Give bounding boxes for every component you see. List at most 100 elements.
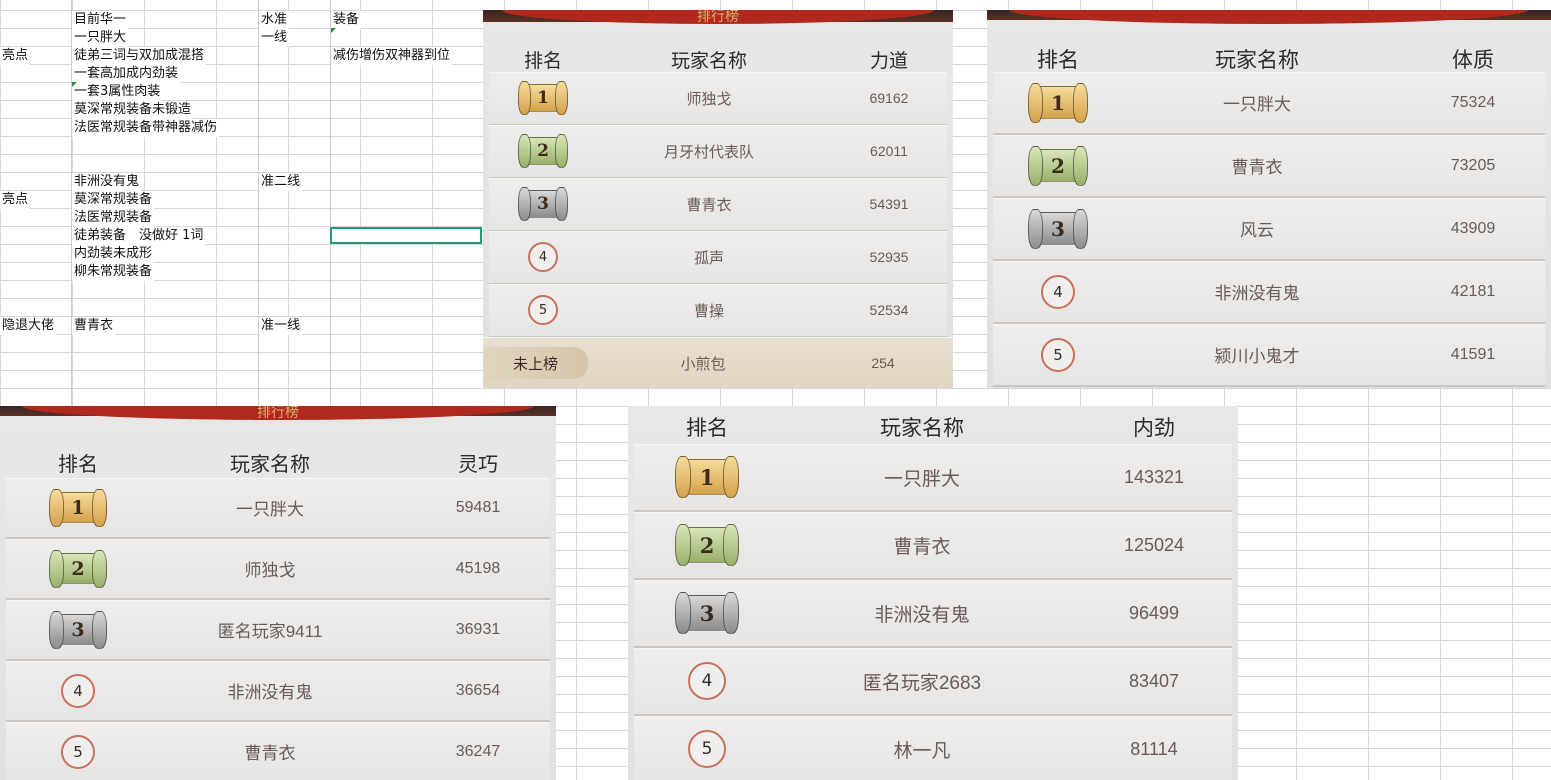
rank-1-scroll-icon: 1 (1028, 82, 1088, 123)
sheet-cell[interactable]: 隐退大佬 (0, 317, 57, 335)
stat-value: 36247 (455, 742, 501, 760)
rank-row[interactable]: 4 非洲没有鬼 42181 (993, 261, 1545, 324)
unranked-badge: 未上榜 (483, 347, 588, 379)
header-name: 玩家名称 (880, 417, 964, 440)
rank-3-scroll-icon: 3 (518, 187, 568, 221)
rank-number: 2 (71, 557, 85, 580)
header-rank: 排名 (686, 417, 728, 440)
player-name: 师独戈 (244, 561, 296, 580)
rank-row[interactable]: 1 师独戈 69162 (489, 72, 947, 126)
header-rank: 排名 (523, 51, 562, 72)
rank-row[interactable]: 4 孤声 52935 (489, 231, 947, 285)
sheet-cell[interactable]: 法医常规装备带神器减伤 (72, 119, 220, 137)
rank-row[interactable]: 5 林一凡 81114 (634, 716, 1232, 780)
rank-circle-icon: 4 (61, 673, 95, 708)
stat-value: 43909 (1450, 219, 1496, 237)
sheet-cell[interactable]: 柳朱常规装备 (72, 263, 155, 281)
player-name: 月牙村代表队 (663, 143, 754, 161)
rank-row[interactable]: 2 曹青衣 73205 (993, 135, 1545, 198)
rank-circle-icon: 5 (1041, 337, 1075, 372)
sheet-cell[interactable]: 莫深常规装备未锻造 (72, 101, 194, 119)
banner-title: 排行榜 (257, 406, 299, 421)
stat-value: 81114 (1130, 738, 1178, 759)
rank-number: 1 (699, 464, 715, 490)
player-name: 一只胖大 (1223, 95, 1291, 114)
player-name: 颍川小鬼才 (1214, 347, 1300, 366)
rank-number: 3 (71, 618, 85, 641)
sheet-cell[interactable]: 一线 (259, 29, 290, 47)
sheet-cell[interactable]: 准二线 (259, 173, 303, 191)
selected-cell[interactable] (330, 227, 482, 244)
player-name: 非洲没有鬼 (227, 683, 313, 702)
player-name: 风云 (1240, 221, 1274, 240)
rank-number: 2 (1051, 153, 1065, 178)
stat-value: 143321 (1123, 466, 1185, 487)
sheet-cell[interactable]: 准一线 (259, 317, 303, 335)
rank-1-scroll-icon: 1 (49, 488, 107, 527)
player-name: 小煎包 (680, 355, 726, 373)
header-rank: 排名 (58, 454, 98, 476)
player-name: 林一凡 (893, 740, 951, 762)
header-stat: 体质 (1452, 49, 1494, 72)
rank-circle-icon: 4 (1041, 274, 1075, 309)
sheet-cell[interactable]: 一只胖大 (72, 29, 129, 47)
sheet-cell[interactable]: 一套高加成内劲装 (72, 65, 181, 83)
panel-banner: 排行榜 (0, 406, 556, 421)
rank-circle-icon: 5 (528, 295, 558, 325)
rank-row[interactable]: 4 非洲没有鬼 36654 (6, 661, 550, 722)
header-rank: 排名 (1037, 49, 1079, 72)
rank-row[interactable]: 4 匿名玩家2683 83407 (634, 648, 1232, 716)
leaderboard-strength: 排行榜 排名 玩家名称 力道 1 师独戈 69162 2 月牙村代表队 62011 3 曹青衣 5439… (483, 10, 953, 388)
sheet-cell[interactable]: 内劲装未成形 (72, 245, 155, 263)
sheet-cell[interactable]: 一套3属性肉装 (72, 83, 163, 101)
stat-value: 83407 (1128, 670, 1180, 691)
stat-value: 36654 (455, 681, 501, 699)
leaderboard-inner-force: 排名 玩家名称 内劲 1 一只胖大 143321 2 曹青衣 125024 3 非洲没有鬼 96499… (628, 406, 1238, 780)
player-name: 孤声 (693, 249, 724, 267)
sheet-cell[interactable]: 亮点 (0, 47, 31, 65)
rank-row[interactable]: 5 颍川小鬼才 41591 (993, 324, 1545, 387)
rank-1-scroll-icon: 1 (675, 456, 739, 498)
rank-number: 1 (1051, 90, 1065, 115)
sheet-cell[interactable]: 装备 (331, 11, 362, 29)
header-stat: 力道 (869, 51, 908, 72)
rank-row[interactable]: 5 曹青衣 36247 (6, 722, 550, 780)
stat-value: 62011 (870, 143, 908, 159)
rank-row[interactable]: 1 一只胖大 59481 (6, 478, 550, 539)
stat-value: 254 (871, 355, 895, 371)
rank-row[interactable]: 3 非洲没有鬼 96499 (634, 580, 1232, 648)
stat-value: 45198 (455, 559, 501, 577)
sheet-cell[interactable]: 水准 (259, 11, 290, 29)
rank-2-scroll-icon: 2 (675, 524, 739, 566)
my-rank-row[interactable]: 未上榜 小煎包 254 (483, 337, 953, 388)
player-name: 匿名玩家9411 (217, 622, 323, 641)
sheet-cell[interactable]: 徒弟装备 没做好 1词 (72, 227, 206, 245)
rank-row[interactable]: 3 风云 43909 (993, 198, 1545, 261)
rank-row[interactable]: 2 月牙村代表队 62011 (489, 125, 947, 179)
comment-marker-icon (72, 82, 77, 87)
panel-banner (987, 10, 1551, 24)
rank-number: 3 (699, 600, 715, 626)
sheet-cell[interactable]: 减伤增伤双神器到位 (331, 47, 453, 65)
sheet-cell[interactable]: 徒弟三词与双加成混搭 (72, 47, 207, 65)
rank-row[interactable]: 5 曹操 52534 (489, 284, 947, 338)
sheet-cell[interactable]: 非洲没有鬼 (72, 173, 142, 191)
player-name: 曹青衣 (244, 744, 296, 763)
sheet-cell[interactable]: 法医常规装备 (72, 209, 155, 227)
rank-number: 3 (537, 194, 549, 214)
sheet-cell[interactable]: 曹青衣 (72, 317, 116, 335)
sheet-cell[interactable]: 目前华一 (72, 11, 129, 29)
rank-row[interactable]: 1 一只胖大 75324 (993, 72, 1545, 135)
rank-3-scroll-icon: 3 (675, 592, 739, 634)
sheet-cell[interactable]: 莫深常规装备 (72, 191, 155, 209)
sheet-cell[interactable]: 亮点 (0, 191, 31, 209)
rank-row[interactable]: 3 曹青衣 54391 (489, 178, 947, 232)
header-name: 玩家名称 (230, 454, 310, 476)
rank-circle-icon: 5 (688, 730, 726, 768)
leaderboard-agility: 排行榜 排名 玩家名称 灵巧 1 一只胖大 59481 2 师独戈 45198 3 匿名玩家9411 3… (0, 406, 556, 780)
rank-row[interactable]: 2 曹青衣 125024 (634, 512, 1232, 580)
player-name: 曹青衣 (893, 536, 951, 558)
rank-row[interactable]: 2 师独戈 45198 (6, 539, 550, 600)
rank-row[interactable]: 3 匿名玩家9411 36931 (6, 600, 550, 661)
rank-row[interactable]: 1 一只胖大 143321 (634, 444, 1232, 512)
